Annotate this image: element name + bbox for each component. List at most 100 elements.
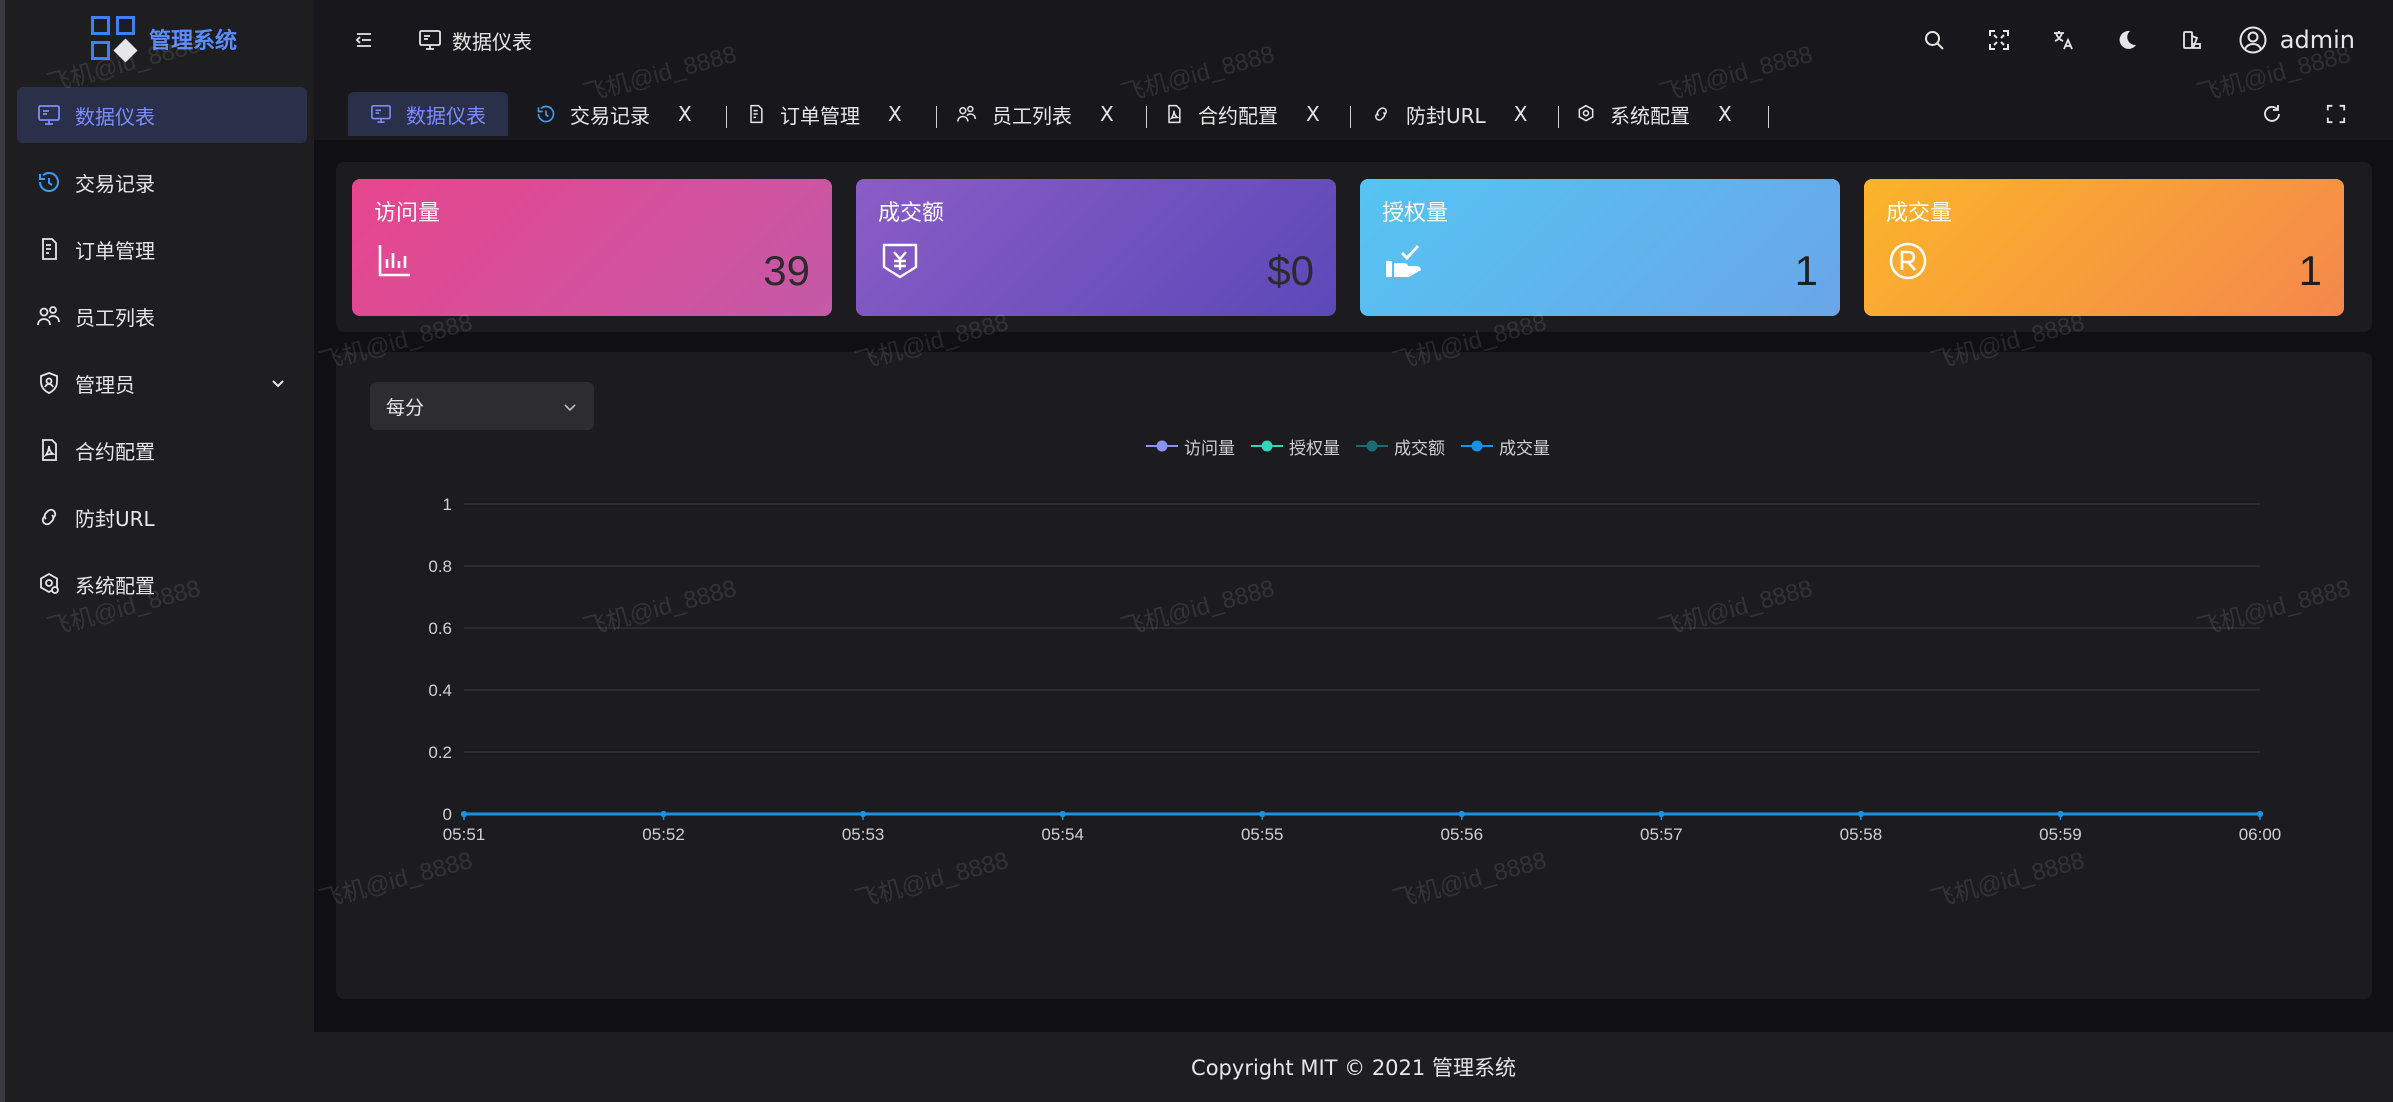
chevron-down-icon[interactable] [269,373,287,397]
main-content: 访问量 39 成交额 $0 授权量 1 成交量 1 每分 访问量 授权量 成交额… [314,140,2393,1032]
sidebar-item-transactions[interactable]: 交易记录 [17,154,307,210]
tab-label: 合约配置 [1198,103,1278,128]
x-tick-label: 05:52 [642,825,685,844]
monitor-icon [370,104,392,124]
clock-refresh-icon [536,104,556,124]
tab-contracts[interactable]: 合约配置 X [1164,92,1320,136]
y-tick-label: 1 [443,495,452,514]
sidebar-item-label: 订单管理 [75,238,155,263]
data-point [1259,811,1266,817]
breadcrumb[interactable]: 数据仪表 [418,22,532,58]
close-icon[interactable]: X [678,102,692,126]
yuan-download-icon [880,241,920,285]
sidebar-item-label: 防封URL [75,506,155,531]
monitor-icon [35,101,63,129]
tab-divider [936,106,937,128]
fullscreen-icon[interactable] [1981,22,2017,58]
sidebar-item-label: 数据仪表 [75,104,155,129]
people-icon [35,302,63,330]
registered-icon [1888,241,1928,285]
tab-label: 员工列表 [992,103,1072,128]
sidebar-item-system-settings[interactable]: 系统配置 [17,556,307,612]
sidebar-menu: 数据仪表 交易记录 订单管理 员工列表 管理员 合约配置 防封URL 系统配置 [17,87,307,623]
tab-divider [1350,106,1351,128]
data-point [1059,811,1066,817]
moon-icon[interactable] [2109,22,2145,58]
tab-label: 系统配置 [1610,103,1690,128]
x-tick-label: 05:53 [842,825,885,844]
y-tick-label: 0.8 [428,557,452,576]
sidebar-item-label: 交易记录 [75,171,155,196]
tab-label: 订单管理 [780,103,860,128]
tab-dashboard[interactable]: 数据仪表 [348,92,508,136]
breadcrumb-label: 数据仪表 [452,29,532,54]
tab-anti-block-url[interactable]: 防封URL X [1370,92,1527,136]
sidebar-item-anti-block-url[interactable]: 防封URL [17,489,307,545]
link-icon [1370,104,1392,124]
x-tick-label: 05:51 [443,825,486,844]
fullscreen-icon[interactable] [2318,96,2354,132]
sidebar-item-label: 员工列表 [75,305,155,330]
receipt-icon [35,235,63,263]
tab-orders[interactable]: 订单管理 X [746,92,902,136]
data-point [1658,811,1665,817]
refresh-icon[interactable] [2254,96,2290,132]
bar-chart-icon [376,241,414,283]
tab-label: 数据仪表 [406,103,486,128]
close-icon[interactable]: X [1100,102,1114,126]
stat-card-authorizations[interactable]: 授权量 1 [1360,179,1840,316]
theme-icon[interactable] [2174,22,2210,58]
close-icon[interactable]: X [1718,102,1732,126]
tab-label: 交易记录 [570,103,650,128]
chart-panel: 每分 访问量 授权量 成交额 成交量 0 0.2 0.4 0.6 0.8 1 05:51 05:52… [336,352,2372,999]
y-tick-label: 0.2 [428,743,452,762]
translate-icon[interactable] [2045,22,2081,58]
pdf-file-icon [1164,104,1184,124]
tab-divider [726,106,727,128]
tab-divider [1146,106,1147,128]
x-tick-label: 05:59 [2039,825,2082,844]
link-icon [35,503,63,531]
stat-title: 访问量 [374,201,441,226]
menu-fold-icon[interactable] [346,22,382,58]
tab-transactions[interactable]: 交易记录 X [536,92,692,136]
clock-refresh-icon [35,168,63,196]
y-tick-label: 0 [443,805,452,824]
sidebar-item-contracts[interactable]: 合约配置 [17,422,307,478]
hand-check-icon [1384,241,1426,285]
data-point [860,811,867,817]
data-point [1857,811,1864,817]
tab-label: 防封URL [1406,103,1486,128]
sidebar-item-admin[interactable]: 管理员 [17,355,307,411]
stat-card-volume[interactable]: 成交量 1 [1864,179,2344,316]
tab-system-settings[interactable]: 系统配置 X [1576,92,1732,136]
stat-title: 授权量 [1382,201,1449,226]
sidebar-item-staff[interactable]: 员工列表 [17,288,307,344]
stat-card-visits[interactable]: 访问量 39 [352,179,832,316]
logo-icon [91,16,138,63]
tab-staff[interactable]: 员工列表 X [956,92,1114,136]
search-icon[interactable] [1916,22,1952,58]
stat-title: 成交额 [878,201,945,226]
top-header: 数据仪表 admin [314,0,2393,80]
sidebar-item-dashboard[interactable]: 数据仪表 [17,87,307,143]
app-title: 管理系统 [149,29,238,54]
user-menu[interactable]: admin [2238,20,2355,60]
settings-hex-icon [1576,104,1596,124]
stat-value: 1 [1794,247,1818,294]
stat-card-turnover[interactable]: 成交额 $0 [856,179,1336,316]
sidebar-item-orders[interactable]: 订单管理 [17,221,307,277]
tab-divider [1768,106,1769,128]
data-point [660,811,667,817]
stat-cards: 访问量 39 成交额 $0 授权量 1 成交量 1 [336,162,2372,332]
stat-value: 39 [763,247,810,294]
close-icon[interactable]: X [1306,102,1320,126]
sidebar-item-label: 系统配置 [75,573,155,598]
close-icon[interactable]: X [888,102,902,126]
x-tick-label: 05:56 [1441,825,1484,844]
data-point [2057,811,2064,817]
app-logo[interactable]: 管理系统 [91,16,238,63]
x-tick-label: 05:58 [1840,825,1883,844]
close-icon[interactable]: X [1514,102,1528,126]
tab-bar: 数据仪表 交易记录 X 订单管理 X 员工列表 X 合约配置 X 防封URL X… [314,82,2393,138]
